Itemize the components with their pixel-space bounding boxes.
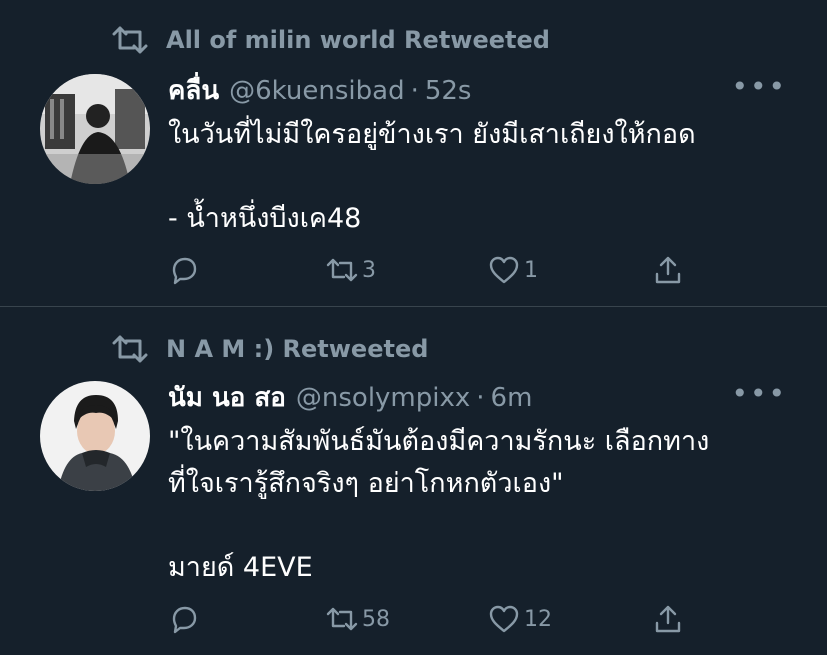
tweet[interactable]: N A M :) Retweeted นัม นอ สอ @nsolympixx… [0, 306, 827, 655]
retweet-context[interactable]: All of milin world Retweeted [110, 26, 550, 54]
retweet-icon [326, 258, 358, 282]
reply-button[interactable] [168, 603, 200, 635]
retweeted-by-label: N A M :) Retweeted [166, 335, 429, 363]
display-name[interactable]: นัม นอ สอ [168, 377, 286, 418]
tweet-text: ในวันที่ไม่มีใครอยู่ข้างเรา ยังมีเสาเถีย… [168, 119, 696, 234]
avatar[interactable] [40, 74, 150, 184]
tweet-header: คลื่น @6kuensibad · 52s [168, 70, 471, 111]
username[interactable]: @6kuensibad [229, 76, 404, 106]
separator-dot: · [476, 383, 485, 413]
retweet-count: 3 [362, 257, 376, 283]
retweeted-by-label: All of milin world Retweeted [166, 26, 550, 54]
like-count: 12 [524, 606, 552, 632]
timestamp[interactable]: 52s [425, 76, 472, 106]
avatar[interactable] [40, 381, 150, 491]
retweet-count: 58 [362, 606, 390, 632]
retweet-icon [112, 26, 148, 54]
timestamp[interactable]: 6m [491, 383, 533, 413]
avatar-photo [40, 74, 150, 184]
share-icon [655, 605, 681, 633]
more-icon[interactable]: ••• [731, 377, 787, 410]
reply-icon [172, 606, 197, 634]
share-button[interactable] [652, 254, 684, 286]
reply-button[interactable] [168, 254, 200, 286]
like-button[interactable]: 12 [488, 603, 552, 635]
like-count: 1 [524, 257, 538, 283]
action-bar: 58 12 [168, 603, 698, 637]
retweet-button[interactable]: 58 [326, 603, 390, 635]
retweet-icon [112, 335, 148, 363]
retweet-context[interactable]: N A M :) Retweeted [110, 335, 428, 363]
reply-icon [172, 257, 197, 285]
share-icon [655, 256, 681, 284]
action-bar: 3 1 [168, 254, 698, 288]
tweet-text: "ในความสัมพันธ์มันต้องมีความรักนะ เลือกท… [168, 426, 710, 583]
retweet-button[interactable]: 3 [326, 254, 376, 286]
tweet[interactable]: All of milin world Retweeted คลื่น @6kue… [0, 0, 827, 306]
share-button[interactable] [652, 603, 684, 635]
separator-dot: · [410, 76, 419, 106]
retweet-icon [326, 607, 358, 631]
username[interactable]: @nsolympixx [296, 383, 470, 413]
tweet-header: นัม นอ สอ @nsolympixx · 6m [168, 377, 532, 418]
display-name[interactable]: คลื่น [168, 70, 219, 111]
more-icon[interactable]: ••• [731, 70, 787, 103]
like-button[interactable]: 1 [488, 254, 538, 286]
heart-icon [489, 256, 519, 284]
avatar-photo [40, 381, 150, 491]
heart-icon [489, 605, 519, 633]
